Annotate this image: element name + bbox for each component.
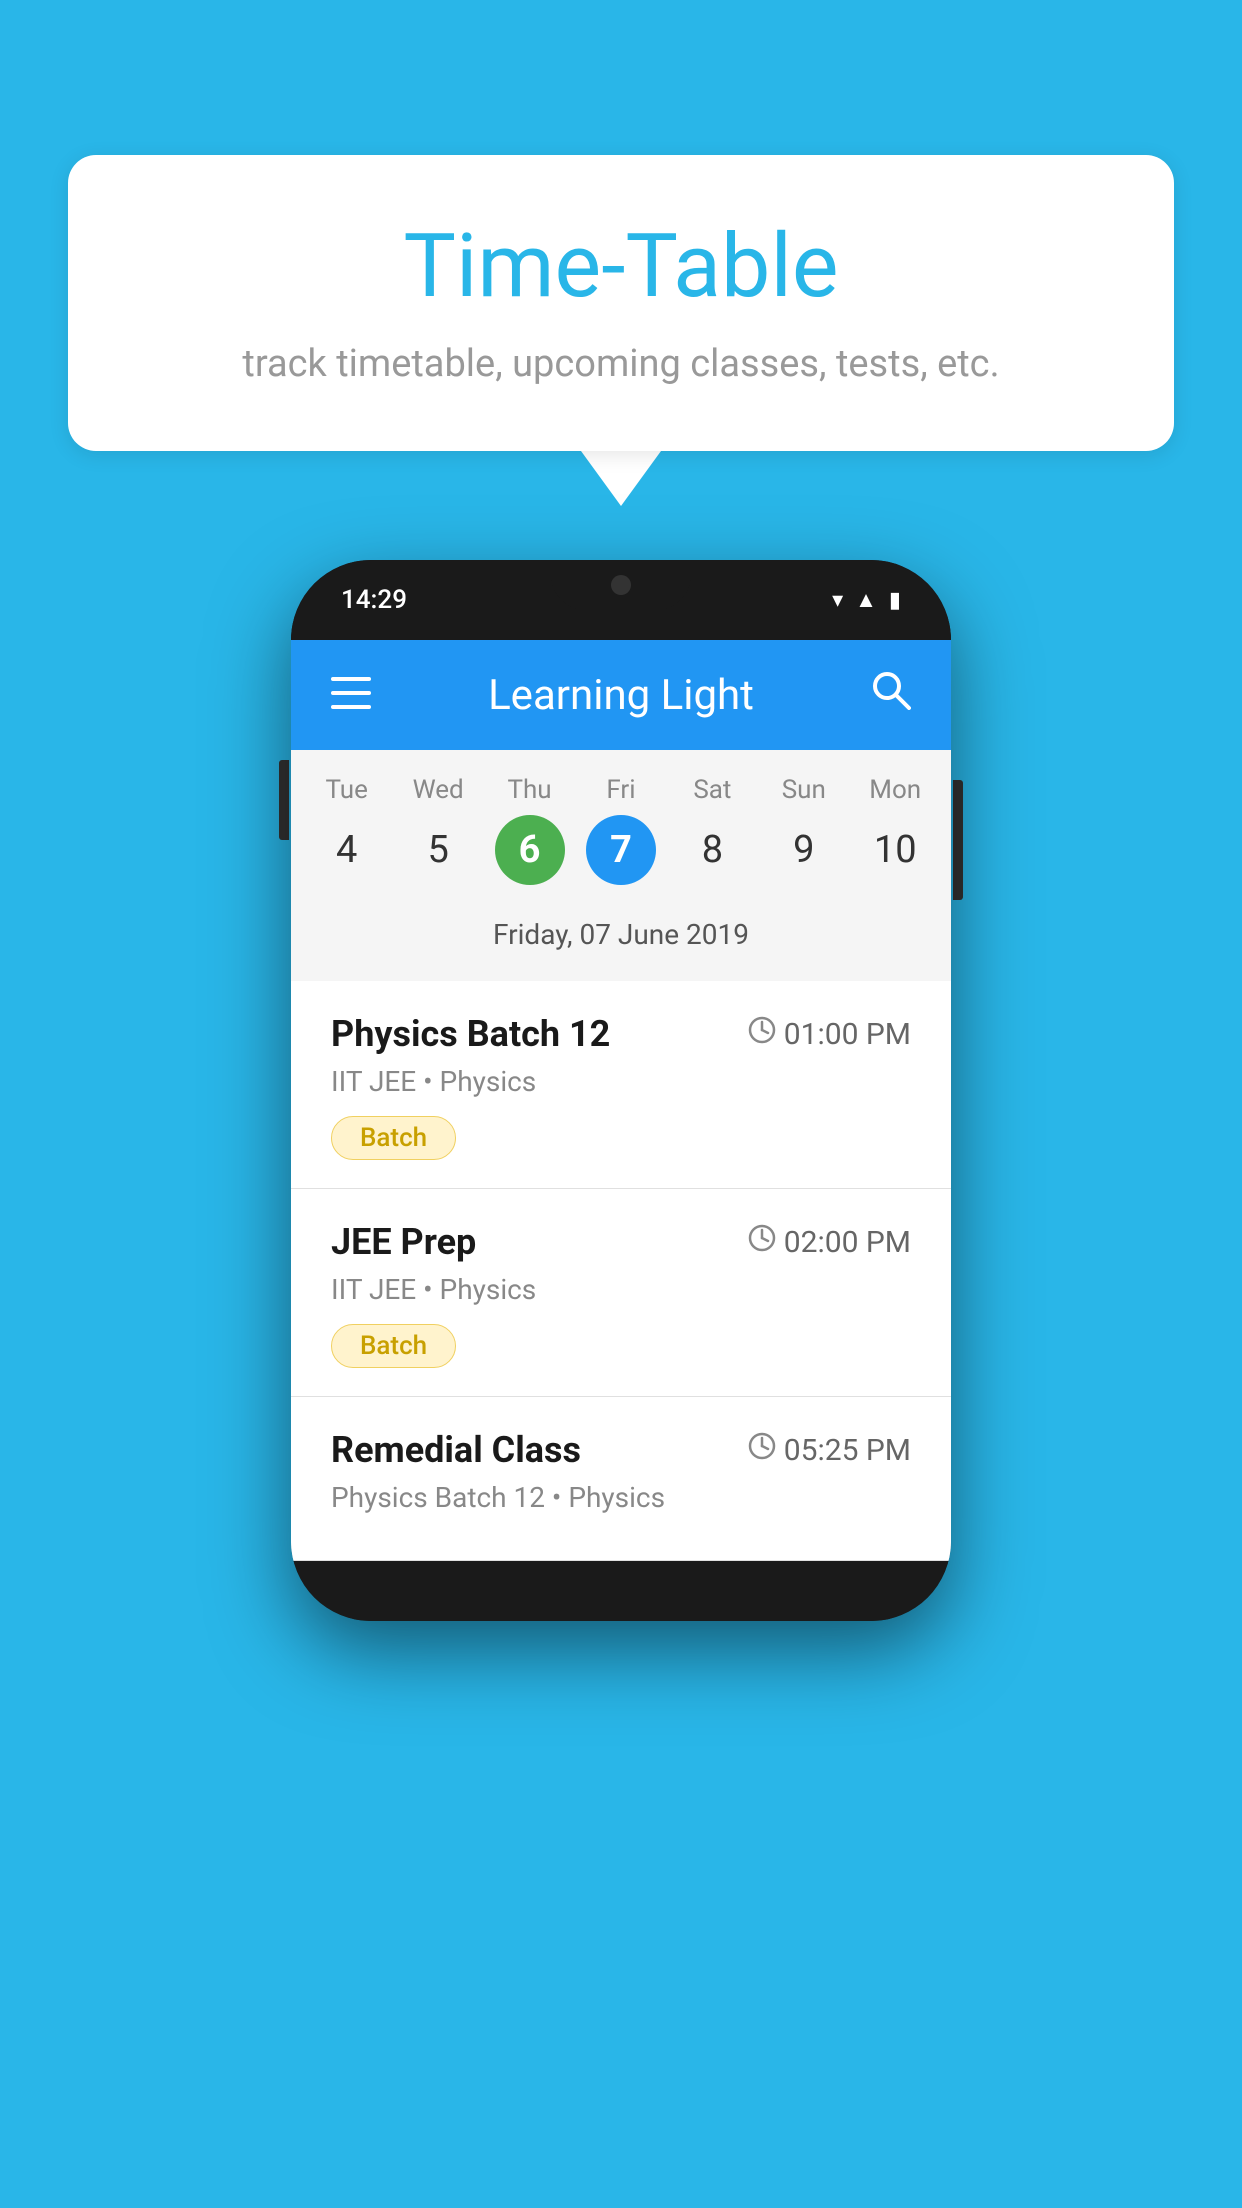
clock-icon xyxy=(748,1016,776,1052)
day-label: Fri xyxy=(606,775,635,805)
phone-frame: 14:29 ▾ ▲ ▮ xyxy=(291,560,951,1621)
schedule-item-title: JEE Prep xyxy=(331,1221,476,1263)
phone-notch xyxy=(551,560,691,610)
phone-power-button xyxy=(953,780,963,900)
speech-bubble-card: Time-Table track timetable, upcoming cla… xyxy=(68,155,1174,451)
schedule-item-1[interactable]: JEE Prep 02:00 PM IIT JEE • Physics Batch xyxy=(291,1189,951,1397)
day-number[interactable]: 6 xyxy=(495,815,565,885)
status-icons: ▾ ▲ ▮ xyxy=(832,587,901,613)
day-number[interactable]: 9 xyxy=(769,815,839,885)
selected-date-label: Friday, 07 June 2019 xyxy=(301,903,941,971)
day-number[interactable]: 5 xyxy=(403,815,473,885)
day-label: Mon xyxy=(869,775,921,805)
day-number[interactable]: 10 xyxy=(860,815,930,885)
day-label: Tue xyxy=(325,775,367,805)
schedule-item-subtitle: Physics Batch 12 • Physics xyxy=(331,1481,911,1514)
clock-icon xyxy=(748,1224,776,1260)
day-label: Thu xyxy=(507,775,551,805)
bubble-title: Time-Table xyxy=(128,215,1114,318)
schedule-item-title: Physics Batch 12 xyxy=(331,1013,610,1055)
phone-mockup: 14:29 ▾ ▲ ▮ xyxy=(291,560,951,1621)
phone-volume-button xyxy=(279,760,289,840)
schedule-list: Physics Batch 12 01:00 PM IIT JEE • Physic… xyxy=(291,981,951,1561)
calendar-day-7[interactable]: Fri 7 xyxy=(581,775,661,885)
day-number[interactable]: 4 xyxy=(312,815,382,885)
day-label: Sun xyxy=(782,775,826,805)
days-row: Tue 4 Wed 5 Thu 6 Fri 7 Sat 8 Sun 9 Mon 10 xyxy=(301,775,941,885)
status-time: 14:29 xyxy=(341,585,407,615)
schedule-item-subtitle: IIT JEE • Physics xyxy=(331,1065,911,1098)
schedule-item-header: JEE Prep 02:00 PM xyxy=(331,1221,911,1263)
schedule-item-header: Physics Batch 12 01:00 PM xyxy=(331,1013,911,1055)
calendar-day-8[interactable]: Sat 8 xyxy=(672,775,752,885)
hamburger-menu-icon[interactable] xyxy=(331,672,371,719)
app-title: Learning Light xyxy=(488,671,754,720)
wifi-icon: ▾ xyxy=(832,588,843,613)
speech-bubble-section: Time-Table track timetable, upcoming cla… xyxy=(68,155,1174,506)
schedule-item-header: Remedial Class 05:25 PM xyxy=(331,1429,911,1471)
calendar-day-5[interactable]: Wed 5 xyxy=(398,775,478,885)
phone-bottom-bar xyxy=(291,1561,951,1621)
calendar-day-4[interactable]: Tue 4 xyxy=(307,775,387,885)
schedule-item-time: 02:00 PM xyxy=(748,1224,911,1260)
schedule-item-title: Remedial Class xyxy=(331,1429,581,1471)
clock-icon xyxy=(748,1432,776,1468)
app-header: Learning Light xyxy=(291,640,951,750)
battery-icon: ▮ xyxy=(889,588,901,613)
front-camera xyxy=(611,575,631,595)
calendar-strip: Tue 4 Wed 5 Thu 6 Fri 7 Sat 8 Sun 9 Mon 10 Friday, 07… xyxy=(291,750,951,981)
day-number[interactable]: 7 xyxy=(586,815,656,885)
calendar-day-9[interactable]: Sun 9 xyxy=(764,775,844,885)
search-icon[interactable] xyxy=(871,670,911,720)
schedule-item-time: 05:25 PM xyxy=(748,1432,911,1468)
batch-badge: Batch xyxy=(331,1116,456,1160)
schedule-item-time: 01:00 PM xyxy=(748,1016,911,1052)
bubble-subtitle: track timetable, upcoming classes, tests… xyxy=(128,342,1114,386)
status-bar: 14:29 ▾ ▲ ▮ xyxy=(291,560,951,640)
batch-badge: Batch xyxy=(331,1324,456,1368)
schedule-item-2[interactable]: Remedial Class 05:25 PM Physics Batch 12 •… xyxy=(291,1397,951,1561)
schedule-item-subtitle: IIT JEE • Physics xyxy=(331,1273,911,1306)
schedule-item-0[interactable]: Physics Batch 12 01:00 PM IIT JEE • Physic… xyxy=(291,981,951,1189)
day-label: Sat xyxy=(693,775,731,805)
bubble-arrow xyxy=(581,451,661,506)
calendar-day-6[interactable]: Thu 6 xyxy=(490,775,570,885)
calendar-day-10[interactable]: Mon 10 xyxy=(855,775,935,885)
signal-icon: ▲ xyxy=(855,587,877,613)
day-label: Wed xyxy=(413,775,464,805)
day-number[interactable]: 8 xyxy=(677,815,747,885)
